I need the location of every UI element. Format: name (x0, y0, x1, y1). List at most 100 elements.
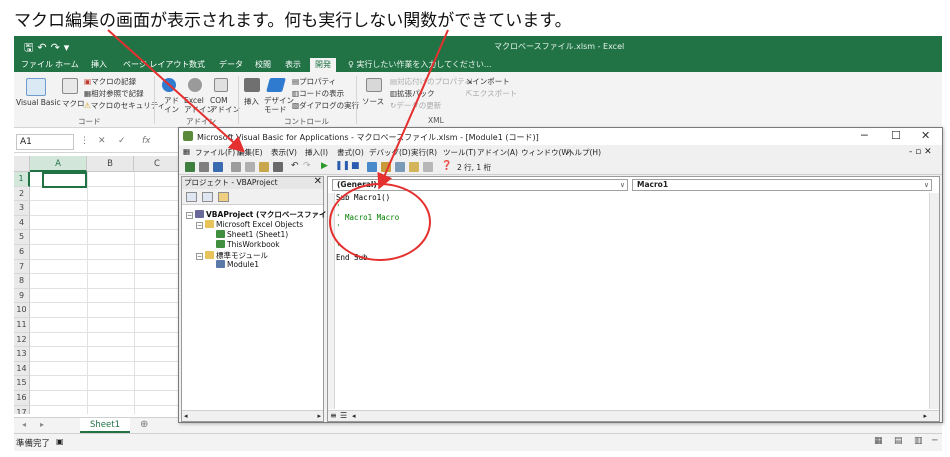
code-vscrollbar[interactable] (929, 193, 939, 409)
confirm-icon[interactable]: ✓ (118, 136, 126, 146)
find-icon[interactable] (273, 162, 283, 172)
design-mode-icon[interactable] (367, 162, 377, 172)
column-header-b[interactable]: B (87, 156, 134, 172)
macro-button[interactable]: マクロ (62, 98, 85, 109)
menu-format[interactable]: 書式(O) (337, 147, 364, 158)
cancel-icon[interactable]: ✕ (98, 136, 106, 146)
row-header[interactable]: 12 (14, 332, 30, 348)
copy-icon[interactable] (245, 162, 255, 172)
page-layout-view-icon[interactable]: ▤ (894, 436, 903, 446)
tree-excel-objects[interactable]: − Microsoft Excel Objects (196, 220, 303, 229)
tab-data[interactable]: データ (214, 58, 248, 72)
row-header[interactable]: 7 (14, 259, 30, 275)
menu-tools[interactable]: ツール(T) (443, 147, 476, 158)
row-header[interactable]: 8 (14, 274, 30, 289)
menu-run[interactable]: 実行(R) (411, 147, 437, 158)
tab-view[interactable]: 表示 (280, 58, 306, 72)
tell-me-box[interactable]: ♀ 実行したい作業を入力してください... (348, 59, 492, 70)
stop-icon[interactable]: ■ (351, 161, 360, 171)
menu-view[interactable]: 表示(V) (271, 147, 297, 158)
add-sheet-icon[interactable]: ⊕ (140, 419, 148, 430)
tab-developer[interactable]: 開発 (310, 58, 336, 72)
tab-home[interactable]: ホーム (50, 58, 84, 72)
run-icon[interactable]: ▶ (321, 161, 328, 171)
sheet-nav-right-icon[interactable]: ▸ (40, 420, 44, 429)
selected-cell-a1[interactable] (42, 172, 87, 188)
select-all-corner[interactable] (14, 156, 30, 172)
expansion-packs-button[interactable]: ▥拡張パック (390, 88, 435, 99)
com-addins-button[interactable]: COM アドイン (210, 96, 240, 114)
excel-view-icon[interactable] (185, 162, 195, 172)
cut-icon[interactable] (231, 162, 241, 172)
pause-icon[interactable]: ❚❚ (335, 161, 350, 171)
insert-module-icon[interactable] (199, 162, 209, 172)
import-button[interactable]: ⇲インポート (466, 76, 510, 87)
scroll-left-icon[interactable]: ◂ (184, 412, 188, 420)
com-icon[interactable] (214, 78, 228, 92)
scroll-right-icon[interactable]: ▸ (923, 412, 927, 420)
row-header[interactable]: 13 (14, 347, 30, 362)
row-header[interactable]: 11 (14, 318, 30, 333)
sheet-tab-sheet1[interactable]: Sheet1 (80, 418, 130, 433)
object-browser-icon[interactable] (409, 162, 419, 172)
code-margin[interactable] (328, 193, 335, 409)
tree-module1[interactable]: Module1 (216, 260, 259, 269)
code-editor[interactable]: Sub Macro1() ' ' Macro1 Macro ' ' End Sub (336, 193, 926, 409)
view-code-icon[interactable] (186, 192, 197, 202)
scroll-right-icon[interactable]: ▸ (317, 412, 321, 420)
procedure-view-icon[interactable]: ≡ (330, 411, 337, 420)
close-icon[interactable]: ✕ (921, 129, 930, 142)
gear-icon[interactable] (188, 78, 202, 92)
design-mode-icon[interactable] (266, 78, 286, 92)
sheet-nav-left-icon[interactable]: ◂ (22, 420, 26, 429)
row-header[interactable]: 9 (14, 288, 30, 304)
tab-insert[interactable]: 挿入 (86, 58, 112, 72)
project-explorer-icon[interactable] (381, 162, 391, 172)
toggle-folders-icon[interactable] (218, 192, 229, 202)
save-icon[interactable] (213, 162, 223, 172)
scroll-left-icon[interactable]: ◂ (352, 412, 356, 420)
visual-basic-button[interactable]: Visual Basic (16, 98, 61, 107)
row-header[interactable]: 16 (14, 391, 30, 406)
addins-icon[interactable] (162, 78, 176, 92)
run-dialog-button[interactable]: ▧ダイアログの実行 (292, 100, 359, 111)
code-hscrollbar[interactable]: ≡ ☰ ◂ ▸ (328, 410, 939, 421)
insert-control-button[interactable]: 挿入 (244, 96, 259, 107)
zoom-icon[interactable]: ─ (932, 436, 937, 446)
relative-ref-button[interactable]: ▦相対参照で記録 (84, 88, 144, 99)
view-code-button[interactable]: ▥コードの表示 (292, 88, 344, 99)
toolbox-icon[interactable] (423, 162, 433, 172)
tab-page-layout[interactable]: ページ レイアウト (118, 58, 194, 72)
module-view-icon[interactable]: ☰ (340, 411, 347, 420)
undo-icon[interactable]: ↶ (291, 161, 299, 171)
tree-sheet1[interactable]: Sheet1 (Sheet1) (216, 230, 288, 239)
menu-file[interactable]: ファイル(F) (195, 147, 235, 158)
toolbox-icon[interactable] (244, 78, 260, 92)
menu-edit[interactable]: 編集(E) (237, 147, 263, 158)
tree-thisworkbook[interactable]: ThisWorkbook (216, 240, 280, 249)
row-header[interactable]: 3 (14, 201, 30, 216)
column-header-a[interactable]: A (30, 156, 87, 172)
properties-button[interactable]: ▤プロパティ (292, 76, 336, 87)
row-header[interactable]: 14 (14, 361, 30, 377)
object-combo[interactable]: (General) ∨ (332, 179, 628, 191)
menu-addins[interactable]: アドイン(A) (477, 147, 518, 158)
menu-debug[interactable]: デバッグ(D) (369, 147, 411, 158)
minimize-icon[interactable]: ─ (861, 129, 868, 142)
collapse-icon[interactable]: − (196, 253, 203, 260)
row-header[interactable]: 10 (14, 303, 30, 318)
collapse-icon[interactable]: − (186, 212, 193, 219)
row-header[interactable]: 5 (14, 230, 30, 245)
row-header[interactable]: 2 (14, 186, 30, 202)
worksheet-grid[interactable]: A B C 1 2 3 4 5 6 7 8 9 10 11 12 13 14 15 16 17 (14, 156, 180, 414)
menu-icon[interactable]: ▦ (183, 147, 190, 156)
refresh-data-button[interactable]: ↻データの更新 (390, 100, 441, 111)
project-hscrollbar[interactable]: ◂ ▸ (182, 410, 323, 421)
row-header[interactable]: 4 (14, 215, 30, 231)
row-header[interactable]: 6 (14, 245, 30, 260)
help-icon[interactable]: ❓ (441, 161, 452, 171)
map-properties-button[interactable]: ▤対応付けのプロパティ (390, 76, 472, 87)
close-icon[interactable]: ✕ (314, 176, 322, 188)
row-header[interactable]: 15 (14, 376, 30, 391)
menu-insert[interactable]: 挿入(I) (305, 147, 328, 158)
